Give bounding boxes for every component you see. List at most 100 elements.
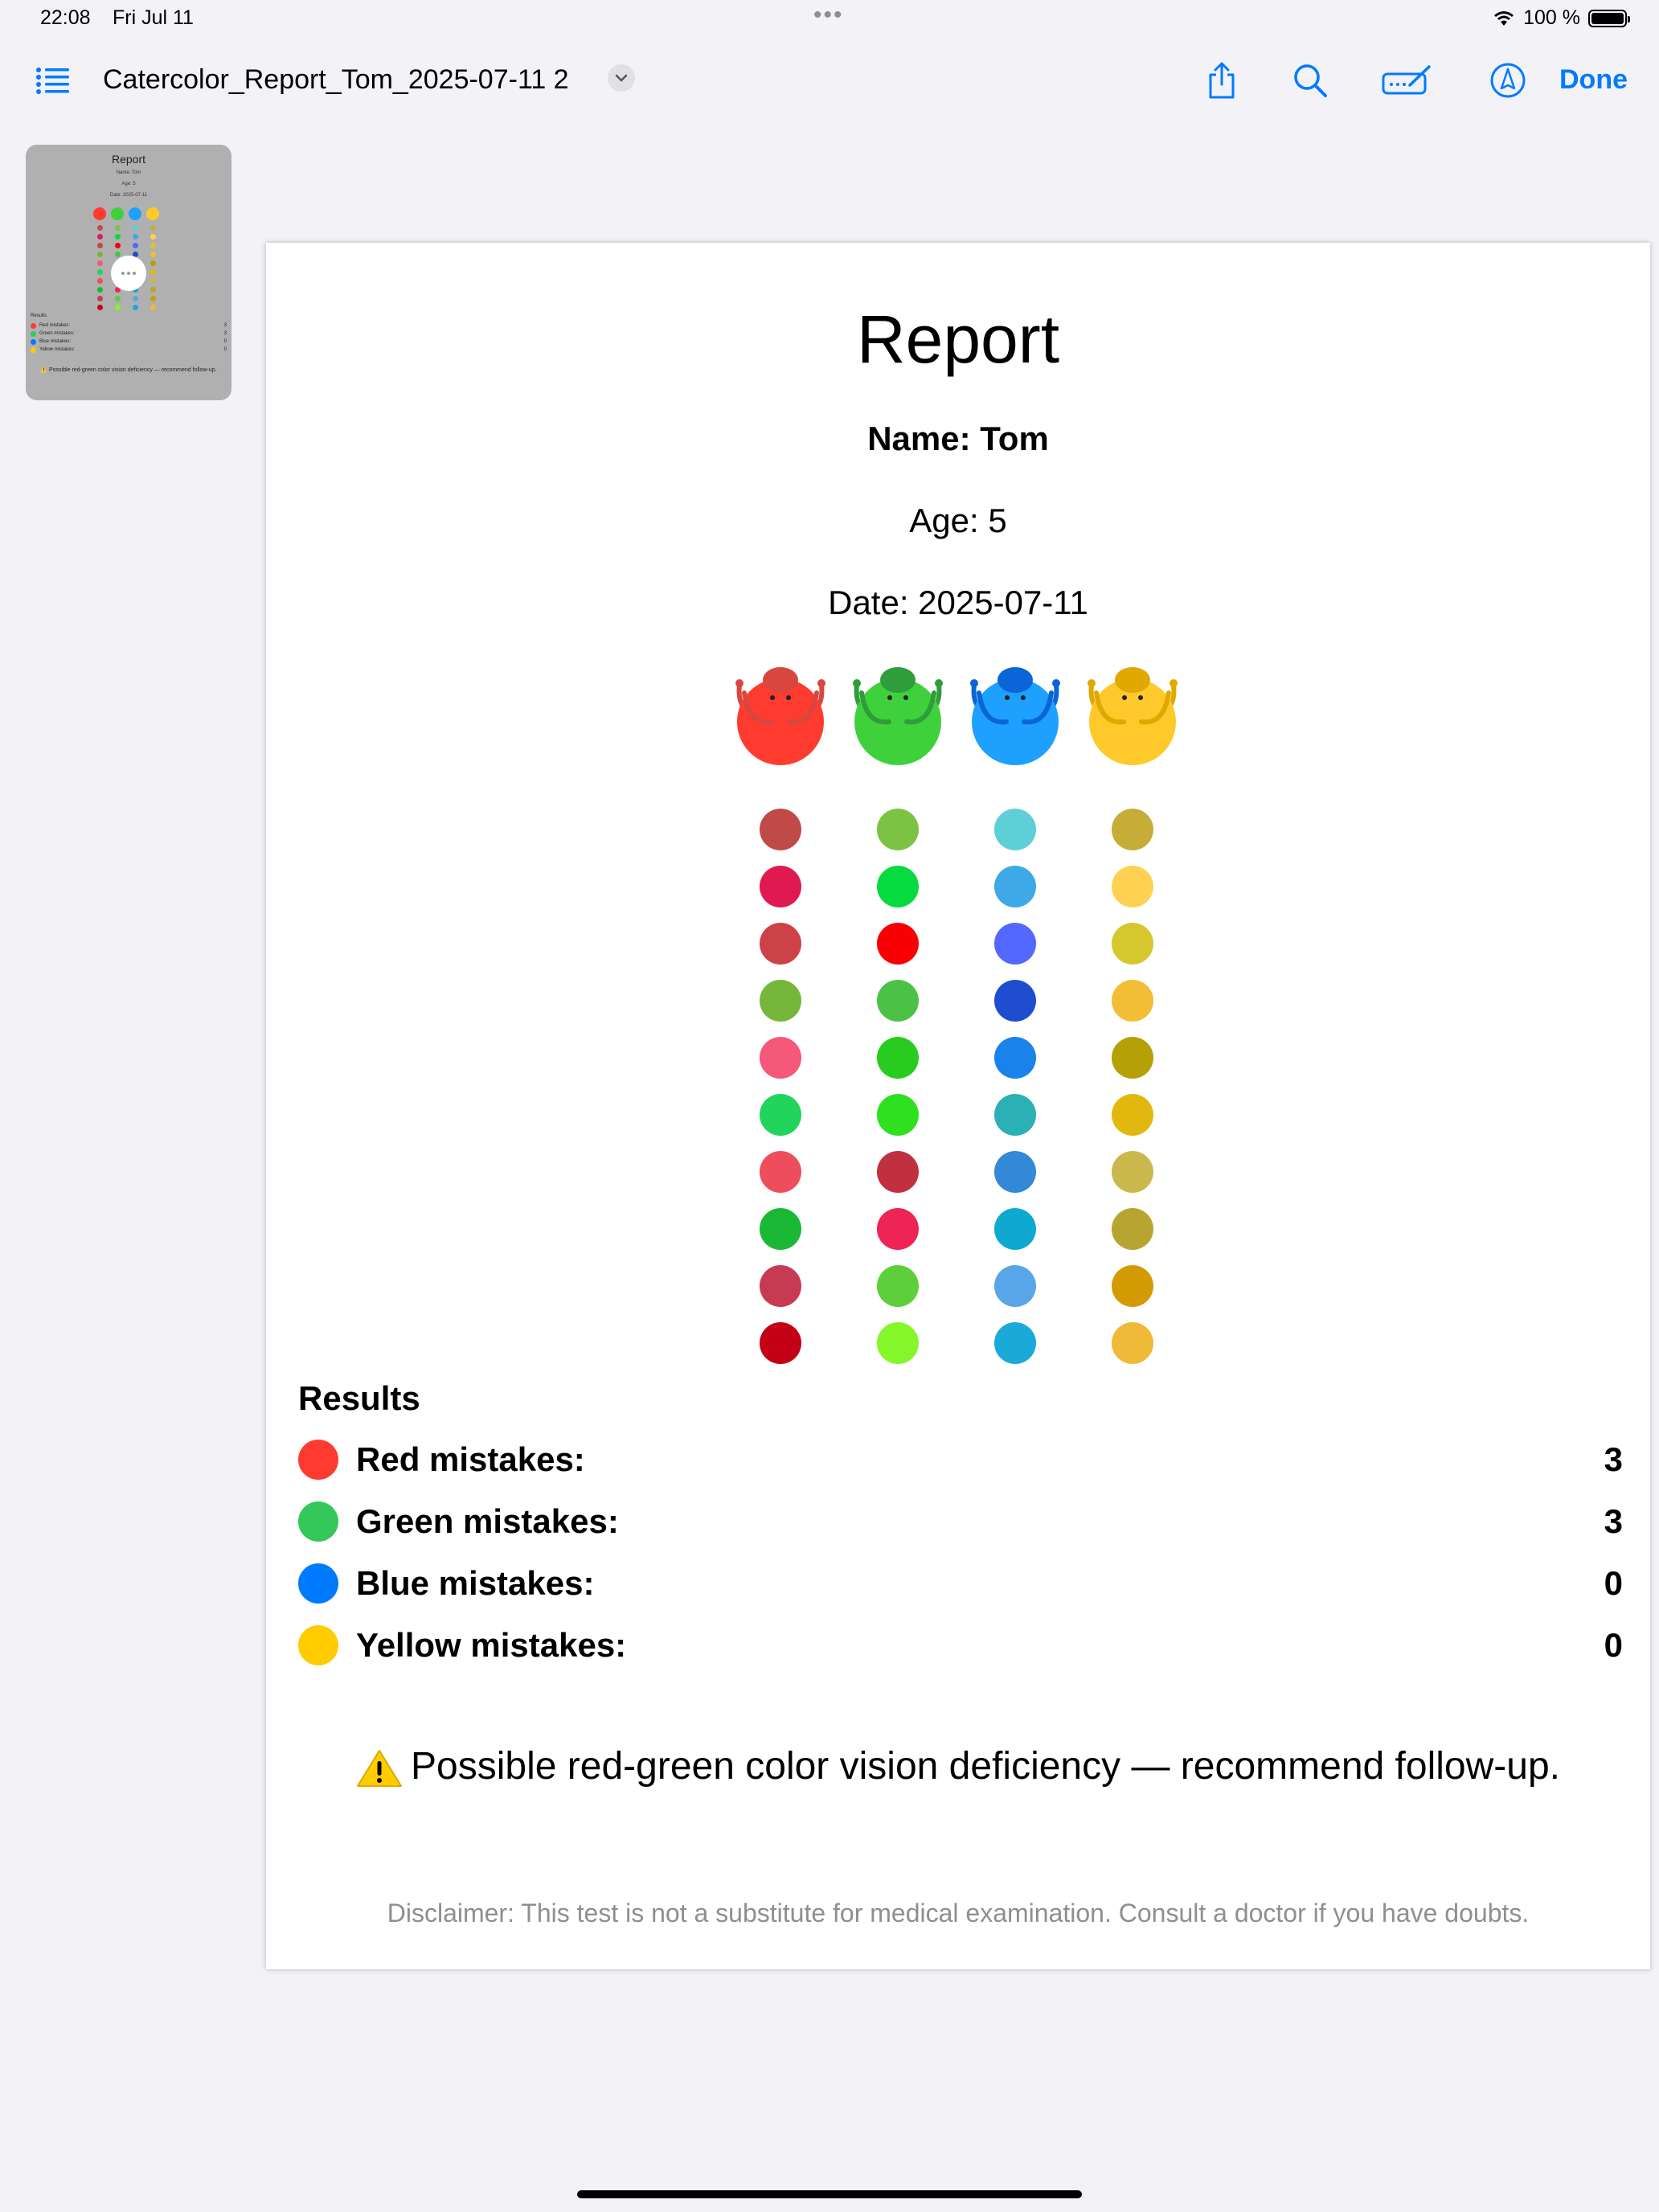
thumbnail-row-label: Blue mistakes: [39,339,72,344]
color-dot [96,269,103,275]
color-dot [114,296,121,301]
color-dot [994,1151,1036,1193]
green-dot-icon [31,330,36,337]
disclaimer-text: Disclaimer: This test is not a substitut… [387,1899,1530,1927]
thumbnail-row-label: Yellow mistakes: [39,347,76,352]
chevron-down-icon[interactable] [608,64,635,92]
warning-text: Possible red-green color vision deficien… [411,1745,1560,1788]
document-title[interactable]: Catercolor_Report_Tom_2025-07-11 2 [103,64,569,96]
markup-icon[interactable] [1487,59,1529,101]
color-dot [1112,1208,1153,1250]
result-value: 3 [1604,1440,1623,1478]
result-value: 3 [1604,1502,1623,1540]
blue-dot-icon [31,338,36,345]
yellow-caterpillar-icon [1088,667,1178,765]
color-dot [96,305,103,310]
thumbnail-title: Report [111,153,146,166]
color-dot [132,234,138,240]
color-dot [150,287,156,293]
color-dot [877,1322,919,1364]
color-dot [150,305,156,310]
color-dot [994,809,1036,850]
color-dot [1112,1037,1153,1079]
caterpillar-grid [266,666,1650,1364]
thumbnail-date: Date: 2025-07-11 [109,193,148,198]
color-dot [150,260,156,266]
color-dot [114,305,121,310]
share-icon[interactable] [1201,59,1243,101]
status-time: 22:08 [40,6,91,29]
color-dot [96,243,103,248]
color-dot [1112,866,1153,907]
color-dot [1112,1094,1153,1136]
color-dot [1112,1151,1153,1193]
page-thumbnail[interactable]: Report Name: Tom Age: 5 Date: 2025-07-11… [26,145,231,400]
thumbnail-result-row: Green mistakes: 3 [31,330,227,338]
battery-icon [1588,9,1630,27]
color-dot [994,923,1036,965]
color-dot [132,243,138,248]
color-dot [96,234,103,240]
color-dot [877,1094,919,1136]
color-dot [877,1151,919,1193]
color-dot [994,1208,1036,1250]
status-bar: 22:08 Fri Jul 11 ••• 100 % [0,0,1659,39]
red-dot-icon [31,322,36,329]
toolbar: Catercolor_Report_Tom_2025-07-11 2 Done [0,48,1659,113]
result-row-red: Red mistakes: 3 [298,1436,1623,1484]
color-dot [1112,923,1153,965]
blue-dot-icon [298,1563,338,1604]
color-dot [877,809,919,850]
thumbnail-warning: ⚠️ Possible red-green color vision defic… [40,367,217,373]
color-dot [96,296,103,301]
thumbnail-row-label: Red mistakes: [39,323,71,328]
color-dot [150,252,156,257]
blue-caterpillar-icon [129,207,141,220]
warning-icon [357,1750,403,1788]
color-dot [994,980,1036,1022]
color-dot [132,225,138,231]
color-dot [150,296,156,301]
report-title: Report [856,301,1060,377]
color-dot [96,287,103,293]
thumbnail-row-value: 0 [223,347,227,352]
multitasking-dots-icon[interactable]: ••• [813,2,844,29]
yellow-dot-icon [298,1625,338,1665]
color-dot [96,225,103,231]
color-dot [1112,1265,1153,1307]
color-dot [1112,1322,1153,1364]
color-dot [877,980,919,1022]
report-name: Name: Tom [867,420,1049,457]
signature-icon[interactable] [1379,59,1436,101]
color-dot [114,252,121,257]
wifi-icon [1494,10,1514,26]
result-label: Yellow mistakes: [356,1626,627,1664]
color-dot [150,225,156,231]
blue-caterpillar-icon [970,667,1060,765]
color-dot [150,243,156,248]
color-dot [150,278,156,284]
color-dot [760,923,801,965]
color-dot [760,1037,801,1079]
color-dot [760,1208,801,1250]
color-dot [760,1322,801,1364]
thumbnail-row-label: Green mistakes: [39,331,75,336]
home-indicator[interactable] [577,2190,1082,2198]
done-button[interactable]: Done [1559,64,1628,96]
search-icon[interactable] [1289,59,1331,101]
report-page: Report Name: Tom Age: 5 Date: 2025-07-11… [266,243,1650,1969]
list-icon[interactable] [32,59,74,101]
color-dot [1112,980,1153,1022]
thumbnail-result-row: Yellow mistakes: 0 [31,346,227,354]
color-dot [132,305,138,310]
color-dot [994,1265,1036,1307]
thumbnail-result-row: Red mistakes: 3 [31,322,227,330]
color-dot [877,923,919,965]
result-value: 0 [1604,1626,1623,1664]
color-dot [114,234,121,240]
color-dot [760,866,801,907]
color-dot [150,234,156,240]
thumbnail-result-row: Blue mistakes: 0 [31,338,227,346]
result-label: Blue mistakes: [356,1564,595,1602]
result-label: Green mistakes: [356,1502,619,1540]
